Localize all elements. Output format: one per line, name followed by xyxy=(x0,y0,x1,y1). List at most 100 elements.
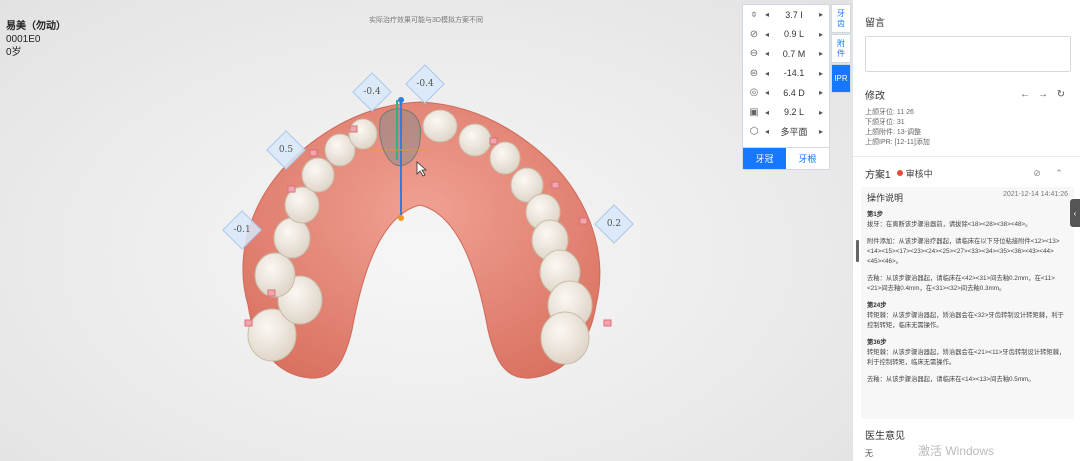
control-value: 6.4 D xyxy=(783,87,805,98)
attachment xyxy=(267,289,276,297)
attachment xyxy=(244,319,253,327)
op-step: 去釉：从该步骤治器起，请临床在<14><13>间去釉0.5mm。 xyxy=(867,375,1068,385)
chevron-up-icon[interactable]: ⌃ xyxy=(1048,168,1070,179)
step-text: 转矩棘：从该步骤治器起，矫治器会在<32>牙齿转制设计转矩棘，利于控制转矩，临床… xyxy=(867,312,1064,329)
rotation-icon: ⌽ xyxy=(751,9,757,21)
increase-arrow[interactable]: ▸ xyxy=(816,88,826,97)
decrease-arrow[interactable]: ◂ xyxy=(762,127,772,136)
attachment xyxy=(309,149,318,157)
torque-icon: ⊖ xyxy=(749,48,759,60)
control-row: ⊘ ◂ 0.9 L ▸ xyxy=(743,25,829,45)
comment-title: 留言 xyxy=(865,18,885,29)
increase-arrow[interactable]: ▸ xyxy=(816,30,826,39)
tooth xyxy=(458,123,492,157)
plan-name: 方案1 xyxy=(865,169,891,181)
attachment xyxy=(579,217,588,225)
attachment xyxy=(287,185,296,193)
decrease-arrow[interactable]: ◂ xyxy=(762,30,772,39)
tab-root[interactable]: 牙根 xyxy=(786,148,829,169)
control-row: ▣ ◂ 9.2 L ▸ xyxy=(743,103,829,123)
control-row: ⊖ ◂ 0.7 M ▸ xyxy=(743,44,829,64)
modify-list: 上颌牙位: 11 26 下颌牙位: 31 上颌附件: 13-调整 上颌IPR: … xyxy=(865,108,1070,148)
angulation-icon: ⊘ xyxy=(749,28,759,40)
tab-crown[interactable]: 牙冠 xyxy=(743,148,786,169)
doctor-title: 医生意见 xyxy=(865,431,905,442)
attachment xyxy=(349,125,358,133)
decrease-arrow[interactable]: ◂ xyxy=(762,49,772,58)
control-row: ⌽ ◂ 3.7 I ▸ xyxy=(743,5,829,25)
ipr-label: -0.4 xyxy=(416,79,434,89)
decrease-arrow[interactable]: ◂ xyxy=(762,108,772,117)
side-tab-teeth[interactable]: 牙齿 xyxy=(831,4,851,33)
plan-status: 审核中 xyxy=(905,168,933,179)
control-value: 多平面 xyxy=(780,127,808,138)
op-step: 去釉：从该步骤治器起，请临床在<42><31>间去釉0.2mm，在<11><21… xyxy=(867,274,1068,294)
step-title: 第36步 xyxy=(867,339,887,346)
eye-off-icon[interactable]: ⊘ xyxy=(1026,168,1048,179)
control-value: 9.2 L xyxy=(783,107,805,118)
tooth xyxy=(489,141,521,175)
step-title: 第24步 xyxy=(867,302,887,309)
attachment xyxy=(603,319,612,327)
modify-line: 上颌牙位: 11 26 xyxy=(865,109,914,116)
simulation-notice: 实际治疗效果可能与3D模拟方案不同 xyxy=(369,17,483,24)
tooth xyxy=(540,311,590,365)
review-panel: 留言 修改 ← → ↻ 上颌牙位: 11 26 下颌牙位: 31 上颌附件: 1… xyxy=(852,0,1080,461)
refresh-icon[interactable]: ↻ xyxy=(1052,89,1070,100)
divider xyxy=(853,156,1080,157)
tooth xyxy=(273,217,311,259)
operation-notes: 操作说明 2021-12-14 14:41:26 第1步拔牙：在离断该步骤治器前… xyxy=(861,187,1074,419)
modify-title: 修改 xyxy=(865,91,885,102)
control-value: -14.1 xyxy=(783,68,805,79)
comment-input[interactable] xyxy=(865,36,1071,72)
modify-line: 上颌IPR: [12-11]添加 xyxy=(865,139,930,146)
increase-arrow[interactable]: ▸ xyxy=(816,108,826,117)
patient-age: 0岁 xyxy=(6,47,22,58)
increase-arrow[interactable]: ▸ xyxy=(816,69,826,78)
modify-line: 上颌附件: 13-调整 xyxy=(865,129,922,136)
decrease-arrow[interactable]: ◂ xyxy=(762,69,772,78)
control-row: ◎ ◂ 6.4 D ▸ xyxy=(743,83,829,103)
tooth xyxy=(422,109,458,143)
op-step: 附件添加：从该步骤治疗器起，请临床在以下牙位粘接附件<12><13><14><1… xyxy=(867,237,1068,267)
attachment xyxy=(489,137,498,145)
collapse-panel-button[interactable]: ‹ xyxy=(1070,199,1080,227)
scrollbar[interactable] xyxy=(856,240,859,262)
extrusion-icon: ▣ xyxy=(749,106,759,118)
control-row: ⊜ ◂ -14.1 ▸ xyxy=(743,64,829,84)
tooth xyxy=(348,118,378,150)
side-tab-ipr[interactable]: IPR xyxy=(831,64,851,93)
attachment xyxy=(551,181,560,189)
step-text: 拔牙：在离断该步骤治器前，请拔除<18><28><38><48>。 xyxy=(867,221,1032,228)
control-row: ⬡ ◂ 多平面 ▸ xyxy=(743,122,829,142)
control-value: 0.7 M xyxy=(782,48,806,59)
ipr-label: 0.2 xyxy=(606,219,622,229)
step-text: 附件添加：从该步骤治疗器起，请临床在以下牙位粘接附件<12><13><14><1… xyxy=(867,238,1060,265)
decrease-arrow[interactable]: ◂ xyxy=(762,88,772,97)
side-tab-group: 牙齿 附件 IPR xyxy=(831,4,851,94)
translation-icon: ◎ xyxy=(749,87,759,99)
decrease-arrow[interactable]: ◂ xyxy=(762,10,772,19)
side-tab-attachment[interactable]: 附件 xyxy=(831,34,851,63)
multiplane-icon: ⬡ xyxy=(749,126,759,138)
step-text: 去釉：从该步骤治器起，请临床在<14><13>间去釉0.5mm。 xyxy=(867,376,1035,383)
undo-icon[interactable]: ← xyxy=(1016,89,1034,100)
step-title: 第1步 xyxy=(867,211,884,218)
increase-arrow[interactable]: ▸ xyxy=(816,49,826,58)
ipr-label: -0.4 xyxy=(363,87,381,97)
modify-line: 下颌牙位: 31 xyxy=(865,119,905,126)
control-value: 0.9 L xyxy=(783,29,805,40)
3d-viewport[interactable]: 易美（勿动） 0001E0 0岁 实际治疗效果可能与3D模拟方案不同 -0.4 … xyxy=(0,0,852,461)
ipr-label: 0.5 xyxy=(278,145,294,155)
tooth xyxy=(301,157,335,193)
patient-info: 易美（勿动） 0001E0 0岁 xyxy=(6,20,66,59)
increase-arrow[interactable]: ▸ xyxy=(816,127,826,136)
op-step: 第24步转矩棘：从该步骤治器起，矫治器会在<32>牙齿转制设计转矩棘，利于控制转… xyxy=(867,301,1068,331)
op-time: 2021-12-14 14:41:26 xyxy=(1003,191,1068,198)
op-title: 操作说明 xyxy=(867,193,904,203)
increase-arrow[interactable]: ▸ xyxy=(816,10,826,19)
tip-icon: ⊜ xyxy=(749,67,759,79)
op-step: 第1步拔牙：在离断该步骤治器前，请拔除<18><28><38><48>。 xyxy=(867,210,1068,230)
redo-icon[interactable]: → xyxy=(1034,89,1052,100)
ipr-label: -0.1 xyxy=(233,225,251,235)
